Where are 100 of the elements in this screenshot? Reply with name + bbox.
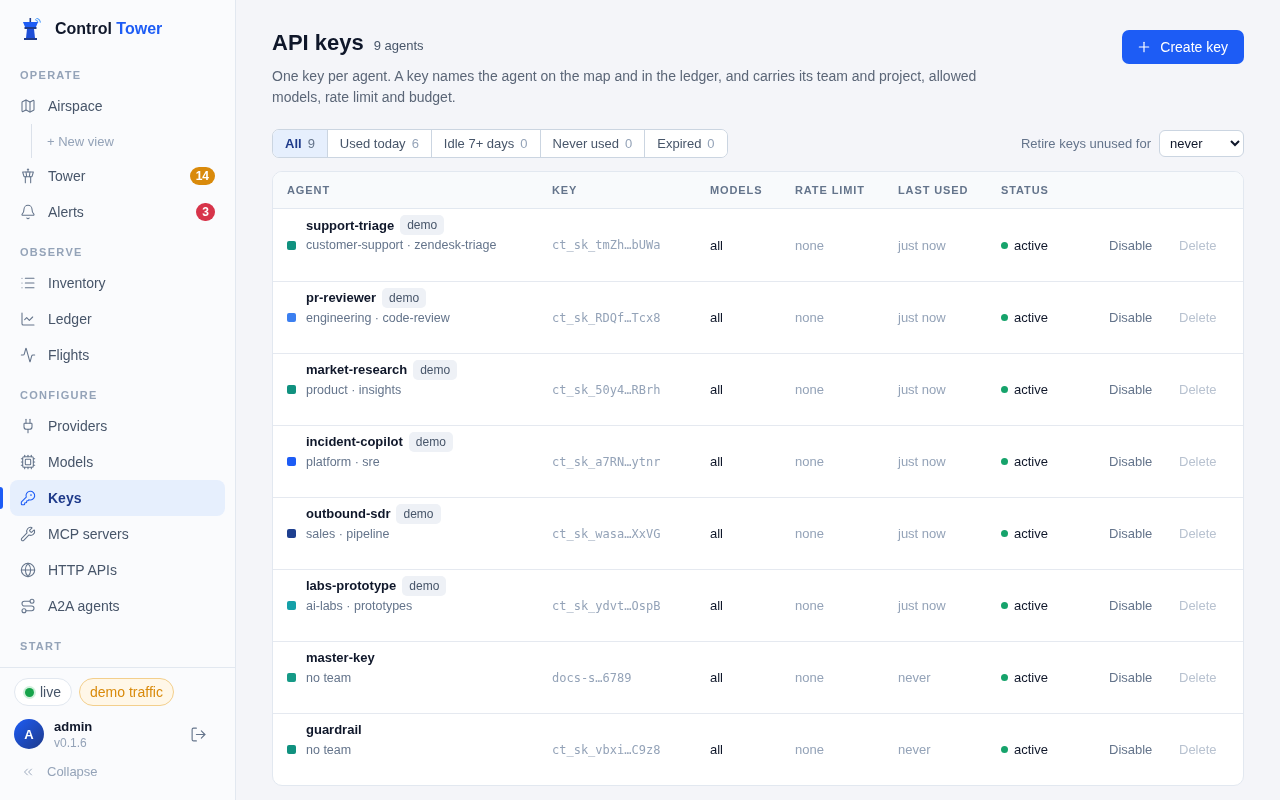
section-heading: OBSERVE (19, 245, 84, 259)
agent-name: pr-reviewer (306, 290, 377, 305)
status-label: active (1014, 310, 1048, 325)
models-cell: all (710, 598, 723, 613)
nav-item[interactable]: Inventory (10, 265, 225, 301)
demo-tag: demo (408, 431, 453, 452)
models-cell: all (710, 237, 723, 253)
api-key: ct_sk_ydvt…OspB (552, 598, 661, 613)
disable-button[interactable]: Disable (1109, 742, 1153, 757)
last-used-cell: just now (898, 382, 946, 397)
disable-button[interactable]: Disable (1109, 454, 1153, 469)
pulse-icon (20, 347, 36, 363)
globe-icon (20, 562, 36, 578)
api-key: docs-s…6789 (552, 670, 632, 685)
line-chart-icon (20, 311, 36, 327)
status-label: active (1014, 670, 1048, 685)
agent-name: master-key (306, 650, 375, 665)
demo-tag: demo (396, 503, 441, 524)
column-header: KEY (552, 184, 578, 196)
user-avatar: A (14, 719, 44, 749)
column-header: STATUS (1001, 184, 1049, 196)
app-title: Control Tower (55, 20, 163, 38)
status-dot-icon (1001, 746, 1008, 753)
agent-team: ai-labs · prototypes (306, 598, 414, 613)
rate-limit-cell: none (795, 310, 824, 325)
status-label: active (1014, 382, 1048, 397)
create-key-button[interactable]: Create key (1122, 30, 1244, 64)
status-dot-icon (1001, 314, 1008, 321)
last-used-cell: never (898, 742, 931, 757)
nav-item[interactable]: HTTP APIs (10, 552, 225, 588)
api-key: ct_sk_RDQf…Tcx8 (552, 310, 661, 325)
agent-name: outbound-sdr (306, 506, 391, 521)
nav-item[interactable]: Alerts 3 (10, 194, 225, 230)
status-dot-icon (1001, 674, 1008, 681)
logout-button[interactable] (189, 725, 207, 743)
models-cell: all (710, 742, 723, 757)
disable-button[interactable]: Disable (1109, 526, 1153, 541)
disable-button[interactable]: Disable (1109, 382, 1153, 397)
agent-name: support-triage (306, 217, 395, 233)
status-dot-icon (1001, 386, 1008, 393)
api-key: ct_sk_tmZh…bUWa (552, 238, 661, 252)
disable-button[interactable]: Disable (1109, 598, 1153, 613)
agent-team: no team (306, 742, 353, 757)
filter-tab[interactable]: Expired 0 (644, 130, 727, 157)
agent-team: customer-support · zendesk-triage (306, 238, 497, 252)
nav-item[interactable]: Models (10, 444, 225, 480)
agent-name: market-research (306, 362, 408, 377)
plug-icon (20, 418, 36, 434)
logout-icon (189, 725, 207, 743)
rate-limit-cell: none (795, 382, 824, 397)
bell-icon (20, 204, 36, 220)
models-cell: all (710, 310, 723, 325)
status-dot-icon (25, 687, 34, 697)
status-label: active (1014, 237, 1048, 253)
agent-count: 9 agents (373, 38, 424, 53)
section-heading: CONFIGURE (19, 388, 99, 402)
mode-pill: demo traffic (79, 678, 174, 706)
models-cell: all (710, 454, 723, 469)
count-badge: 3 (196, 203, 215, 221)
retire-select[interactable]: never (1159, 130, 1244, 157)
retire-label: Retire keys unused for (1020, 136, 1151, 151)
nav-item[interactable]: Keys (10, 480, 225, 516)
section-heading: OPERATE (19, 68, 83, 82)
user-name: admin (54, 718, 94, 734)
nav-item[interactable]: A2A agents (10, 588, 225, 624)
rate-limit-cell: none (795, 742, 824, 757)
status-label: active (1014, 526, 1048, 541)
section-heading: START (19, 639, 64, 653)
key-icon (20, 490, 36, 506)
disable-button[interactable]: Disable (1109, 670, 1153, 685)
last-used-cell: just now (898, 526, 946, 541)
disable-button[interactable]: Disable (1109, 237, 1153, 253)
status-label: active (1014, 454, 1048, 469)
nav-item[interactable]: Tower 14 (10, 158, 225, 194)
status-pill: live (14, 678, 72, 706)
disable-button[interactable]: Disable (1109, 310, 1153, 325)
selection-indicator (0, 487, 3, 509)
chip-icon (20, 454, 36, 470)
agent-team: engineering · code-review (306, 310, 450, 325)
agent-name: incident-copilot (306, 434, 403, 449)
filter-tab[interactable]: All 9 (273, 130, 327, 157)
rate-limit-cell: none (795, 670, 824, 685)
last-used-cell: just now (898, 454, 946, 469)
list-icon (20, 275, 36, 291)
api-key: ct_sk_50y4…RBrh (552, 382, 661, 397)
column-header: LAST USED (898, 184, 969, 196)
route-icon (20, 598, 36, 614)
api-key: ct_sk_a7RN…ytnr (552, 454, 661, 469)
nav-item[interactable]: MCP servers (10, 516, 225, 552)
demo-tag: demo (402, 575, 447, 596)
column-header: RATE LIMIT (795, 184, 865, 196)
nav-item[interactable]: Flights (10, 337, 225, 373)
models-cell: all (710, 382, 723, 397)
api-key: ct_sk_vbxi…C9z8 (552, 742, 661, 757)
nav-item[interactable]: Providers (10, 408, 225, 444)
rate-limit-cell: none (795, 598, 824, 613)
wrench-icon (20, 526, 36, 542)
status-dot-icon (1001, 241, 1008, 249)
nav-item[interactable]: Airspace (10, 88, 225, 124)
nav-item[interactable]: Ledger (10, 301, 225, 337)
